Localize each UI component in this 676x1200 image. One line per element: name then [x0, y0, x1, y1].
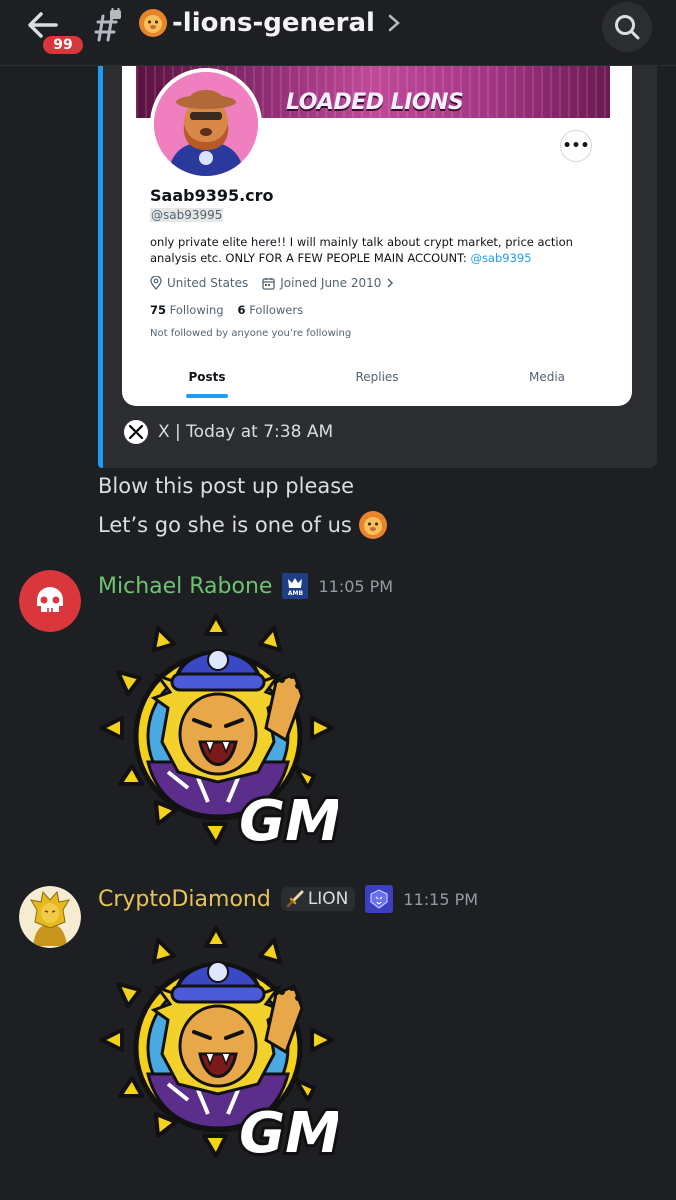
username[interactable]: CryptoDiamond [98, 887, 271, 912]
channel-hash-lock-icon [94, 8, 121, 42]
location-item: United States [150, 276, 248, 290]
embed-footer: X | Today at 7:38 AM [124, 420, 333, 444]
channel-header: 99 -lions-general [0, 0, 676, 66]
lion-emoji-icon [358, 511, 387, 539]
chevron-right-icon [388, 14, 400, 32]
message-text-line-1: Blow this post up please [98, 474, 354, 498]
message-header: CryptoDiamond LION 11:15 PM [98, 884, 478, 914]
followers-count: 6 [237, 303, 246, 317]
sticker-text: GM [239, 789, 338, 852]
message-text: Blow this post up please [98, 474, 355, 498]
lion-emoji-icon [139, 9, 167, 37]
following-label: Following [169, 303, 224, 317]
joined-item: Joined June 2010 [262, 276, 394, 290]
sticker-text: GM [239, 1101, 338, 1164]
role-tag: LION [280, 887, 356, 911]
message-text: Let’s go she is one of us [98, 513, 352, 537]
avatar[interactable] [19, 570, 81, 632]
channel-name: -lions-general [172, 8, 375, 38]
username[interactable]: Michael Rabone [98, 574, 272, 599]
following-count: 75 [150, 303, 167, 317]
embed-footer-text: X | Today at 7:38 AM [158, 422, 334, 442]
sword-icon [286, 890, 304, 908]
following-link[interactable]: 75 Following [150, 303, 224, 317]
banner-text: LOADED LIONS [286, 90, 464, 115]
badge-text: AMB [287, 589, 304, 597]
lion-badge-icon [365, 885, 394, 913]
joined-text: Joined June 2010 [280, 276, 382, 290]
location-text: United States [167, 276, 249, 290]
chevron-right-icon [387, 278, 394, 288]
search-icon [615, 15, 640, 40]
role-text: LION [307, 889, 349, 909]
crown-badge-icon [288, 577, 303, 588]
message-timestamp: 11:15 PM [403, 889, 479, 909]
x-logo-icon [124, 420, 148, 444]
skull-icon [19, 570, 81, 632]
bio-mention-link[interactable]: @sab9395 [470, 251, 531, 265]
message-text-line-2: Let’s go she is one of us [98, 510, 388, 540]
profile-tabs: Posts Replies Media [122, 364, 632, 406]
gm-lion-sticker[interactable]: GM [98, 924, 338, 1164]
tab-replies[interactable]: Replies [292, 364, 462, 406]
search-button[interactable] [602, 2, 652, 52]
profile-display-name: Saab9395.cro [150, 186, 274, 205]
message-header: Michael Rabone AMB 11:05 PM [98, 571, 393, 601]
profile-bio: only private elite here!! I will mainly … [150, 234, 600, 266]
tab-posts[interactable]: Posts [122, 364, 292, 406]
not-followed-note: Not followed by anyone you’re following [150, 328, 352, 339]
more-options-button[interactable]: ••• [560, 130, 592, 162]
calendar-icon [262, 277, 275, 290]
follow-stats: 75 Following 6 Followers [150, 303, 303, 317]
ambassador-badge: AMB [282, 573, 309, 599]
tab-media[interactable]: Media [462, 364, 632, 406]
followers-link[interactable]: 6 Followers [238, 303, 304, 317]
location-pin-icon [150, 276, 162, 290]
followers-label: Followers [249, 303, 304, 317]
twitter-profile-screenshot[interactable]: LOADED LIONS ••• Saab9395.cro @sab93995 … [122, 66, 632, 406]
profile-handle: @sab93995 [150, 208, 224, 222]
unread-badge: 99 [40, 33, 86, 57]
gold-lion-avatar [19, 886, 81, 948]
profile-meta: United States Joined June 2010 [150, 276, 394, 290]
channel-title[interactable]: -lions-general [138, 6, 401, 40]
message-timestamp: 11:05 PM [318, 576, 394, 596]
avatar[interactable] [19, 886, 81, 948]
gm-lion-sticker[interactable]: GM [98, 612, 338, 852]
profile-avatar [150, 68, 262, 180]
